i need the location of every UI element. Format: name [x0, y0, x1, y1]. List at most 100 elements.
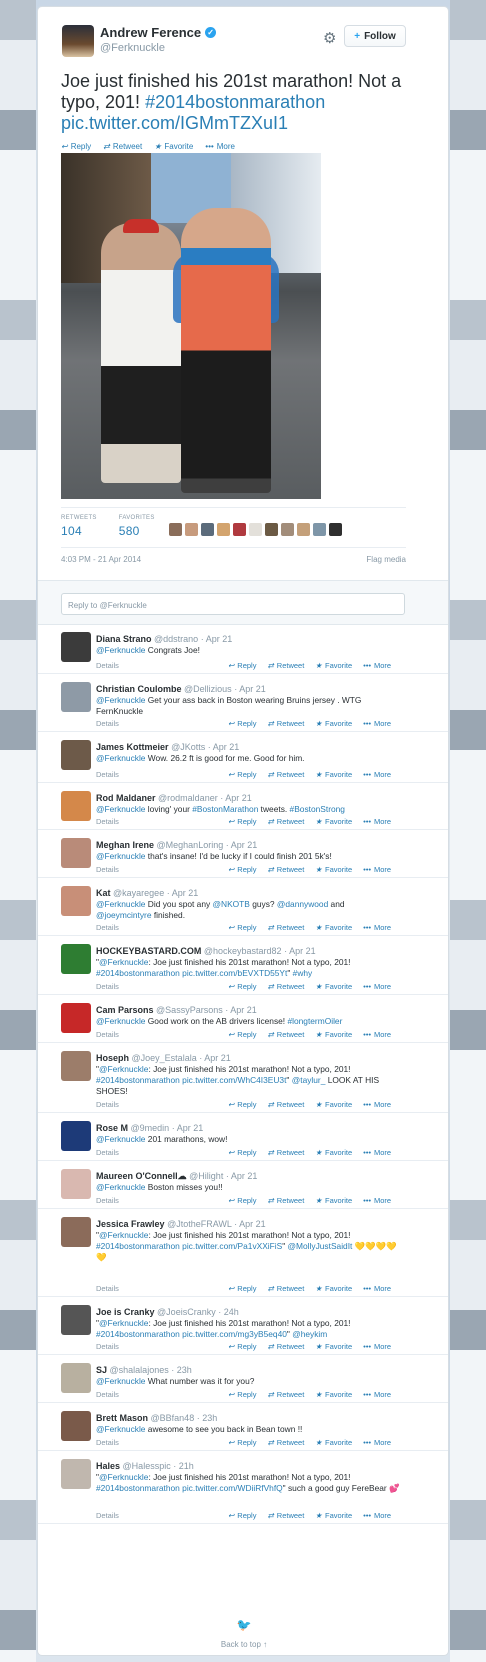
reply-action[interactable]: ↩ Reply: [228, 1511, 256, 1520]
inline-link[interactable]: @joeymcintyre: [96, 910, 152, 920]
hashtag-link[interactable]: #2014bostonmarathon: [145, 92, 325, 112]
reply-author-name[interactable]: James Kottmeier: [96, 742, 169, 752]
favorite-action[interactable]: ★ Favorite: [315, 1342, 352, 1351]
reply-item[interactable]: Hales @Halesspic · 21h "@Ferknuckle: Joe …: [38, 1451, 448, 1524]
inline-link[interactable]: @Ferknuckle: [96, 851, 145, 861]
more-action[interactable]: ••• More: [363, 1438, 391, 1447]
more-action[interactable]: ••• More: [363, 1148, 391, 1157]
reply-item[interactable]: Cam Parsons @SassyParsons · Apr 21 @Ferkn…: [38, 995, 448, 1043]
favorite-action[interactable]: ★ Favorite: [315, 1511, 352, 1520]
author-name[interactable]: Andrew Ference: [100, 25, 201, 40]
reply-time[interactable]: Apr 21: [213, 742, 240, 752]
avatar[interactable]: [249, 523, 262, 536]
more-action[interactable]: ••• More: [363, 982, 391, 991]
retweet-action[interactable]: ⇄ Retweet: [267, 1342, 304, 1351]
reply-time[interactable]: Apr 21: [239, 1219, 266, 1229]
inline-link[interactable]: pic.twitter.com/bEVXTD55Yt: [182, 968, 287, 978]
favorite-action[interactable]: ★ Favorite: [315, 1148, 352, 1157]
reply-author-handle[interactable]: @JoeisCranky: [157, 1307, 216, 1317]
avatar[interactable]: [61, 682, 91, 712]
avatar[interactable]: [61, 791, 91, 821]
inline-link[interactable]: #2014bostonmarathon: [96, 968, 180, 978]
avatar[interactable]: [61, 1459, 91, 1489]
favorite-action[interactable]: ★ Favorite: [315, 1438, 352, 1447]
avatar[interactable]: [62, 25, 94, 57]
retweet-action[interactable]: ⇄ Retweet: [267, 1438, 304, 1447]
retweet-action[interactable]: ⇄ Retweet: [267, 865, 304, 874]
reply-author-handle[interactable]: @BBfan48: [151, 1413, 195, 1423]
more-action[interactable]: ••• More: [363, 770, 391, 779]
details-link[interactable]: Details: [96, 1100, 119, 1109]
avatar[interactable]: [61, 1411, 91, 1441]
avatar[interactable]: [61, 838, 91, 868]
avatar[interactable]: [61, 886, 91, 916]
reply-author-name[interactable]: HOCKEYBASTARD.COM: [96, 946, 201, 956]
more-action[interactable]: ••• More: [363, 865, 391, 874]
inline-link[interactable]: @Ferknuckle: [96, 1182, 145, 1192]
inline-link[interactable]: #longtermOiler: [287, 1016, 342, 1026]
avatar[interactable]: [185, 523, 198, 536]
reply-action[interactable]: ↩ Reply: [228, 1100, 256, 1109]
avatar[interactable]: [313, 523, 326, 536]
reply-action[interactable]: ↩ Reply: [228, 1390, 256, 1399]
reply-time[interactable]: Apr 21: [177, 1123, 204, 1133]
inline-link[interactable]: pic.twitter.com/mg3yB5eq40: [182, 1329, 287, 1339]
reply-author-handle[interactable]: @rodmaldaner: [158, 793, 218, 803]
reply-action[interactable]: ↩ Reply: [228, 1030, 256, 1039]
reply-time[interactable]: Apr 21: [231, 1171, 258, 1181]
reply-time[interactable]: 21h: [179, 1461, 194, 1471]
favorite-action[interactable]: ★ Favorite: [315, 982, 352, 991]
reply-author-name[interactable]: Meghan Irene: [96, 840, 154, 850]
retweet-action[interactable]: ⇄ Retweet: [267, 1148, 304, 1157]
favorite-action[interactable]: ★ Favorite: [315, 719, 352, 728]
details-link[interactable]: Details: [96, 1438, 119, 1447]
more-action[interactable]: ••• More: [363, 1390, 391, 1399]
avatar[interactable]: [217, 523, 230, 536]
details-link[interactable]: Details: [96, 1284, 119, 1293]
reply-author-handle[interactable]: @Hilight: [189, 1171, 223, 1181]
inline-link[interactable]: #why: [293, 968, 313, 978]
reply-author-handle[interactable]: @MeghanLoring: [157, 840, 224, 850]
inline-link[interactable]: #2014bostonmarathon: [96, 1075, 180, 1085]
reply-author-name[interactable]: Diana Strano: [96, 634, 152, 644]
favorite-action[interactable]: ★ Favorite: [315, 661, 352, 670]
reply-item[interactable]: Jessica Frawley @JtotheFRAWL · Apr 21 "@F…: [38, 1209, 448, 1297]
reply-author-handle[interactable]: @JKotts: [171, 742, 205, 752]
inline-link[interactable]: @Ferknuckle: [99, 957, 148, 967]
retweet-action[interactable]: ⇄ Retweet: [267, 661, 304, 670]
retweet-action[interactable]: ⇄ Retweet: [267, 770, 304, 779]
reply-author-handle[interactable]: @Dellizious: [184, 684, 232, 694]
avatar[interactable]: [61, 1169, 91, 1199]
reply-time[interactable]: Apr 21: [239, 684, 266, 694]
reply-action[interactable]: ↩ Reply: [228, 770, 256, 779]
reply-item[interactable]: James Kottmeier @JKotts · Apr 21 @Ferknuc…: [38, 732, 448, 783]
retweet-action[interactable]: ⇄ Retweet: [267, 719, 304, 728]
back-to-top-link[interactable]: Back to top ↑: [221, 1640, 267, 1649]
reply-time[interactable]: Apr 21: [230, 1005, 257, 1015]
reply-time[interactable]: Apr 21: [204, 1053, 231, 1063]
reply-action[interactable]: ↩ Reply: [228, 1148, 256, 1157]
reply-author-handle[interactable]: @SassyParsons: [156, 1005, 223, 1015]
reply-author-name[interactable]: Hales: [96, 1461, 120, 1471]
inline-link[interactable]: #2014bostonmarathon: [96, 1483, 180, 1493]
avatar[interactable]: [61, 1363, 91, 1393]
reply-author-name[interactable]: Cam Parsons: [96, 1005, 154, 1015]
avatar[interactable]: [61, 944, 91, 974]
reply-action[interactable]: ↩ Reply: [228, 982, 256, 991]
details-link[interactable]: Details: [96, 1342, 119, 1351]
reply-time[interactable]: Apr 21: [225, 793, 252, 803]
more-action[interactable]: ••• More: [363, 817, 391, 826]
reply-item[interactable]: Brett Mason @BBfan48 · 23h @Ferknuckle aw…: [38, 1403, 448, 1451]
inline-link[interactable]: @Ferknuckle: [96, 899, 145, 909]
reply-author-name[interactable]: Joe is Cranky: [96, 1307, 155, 1317]
more-action[interactable]: ••• More: [363, 1196, 391, 1205]
inline-link[interactable]: @Ferknuckle: [99, 1472, 148, 1482]
favorite-action[interactable]: ★ Favorite: [315, 1196, 352, 1205]
avatar[interactable]: [61, 740, 91, 770]
reply-action[interactable]: ↩ Reply: [61, 142, 91, 151]
reply-author-handle[interactable]: @kayaregee: [113, 888, 164, 898]
avatar[interactable]: [281, 523, 294, 536]
tweet-photo[interactable]: [61, 153, 321, 499]
avatar[interactable]: [61, 1305, 91, 1335]
media-link[interactable]: pic.twitter.com/IGMmTZXuI1: [61, 113, 288, 133]
